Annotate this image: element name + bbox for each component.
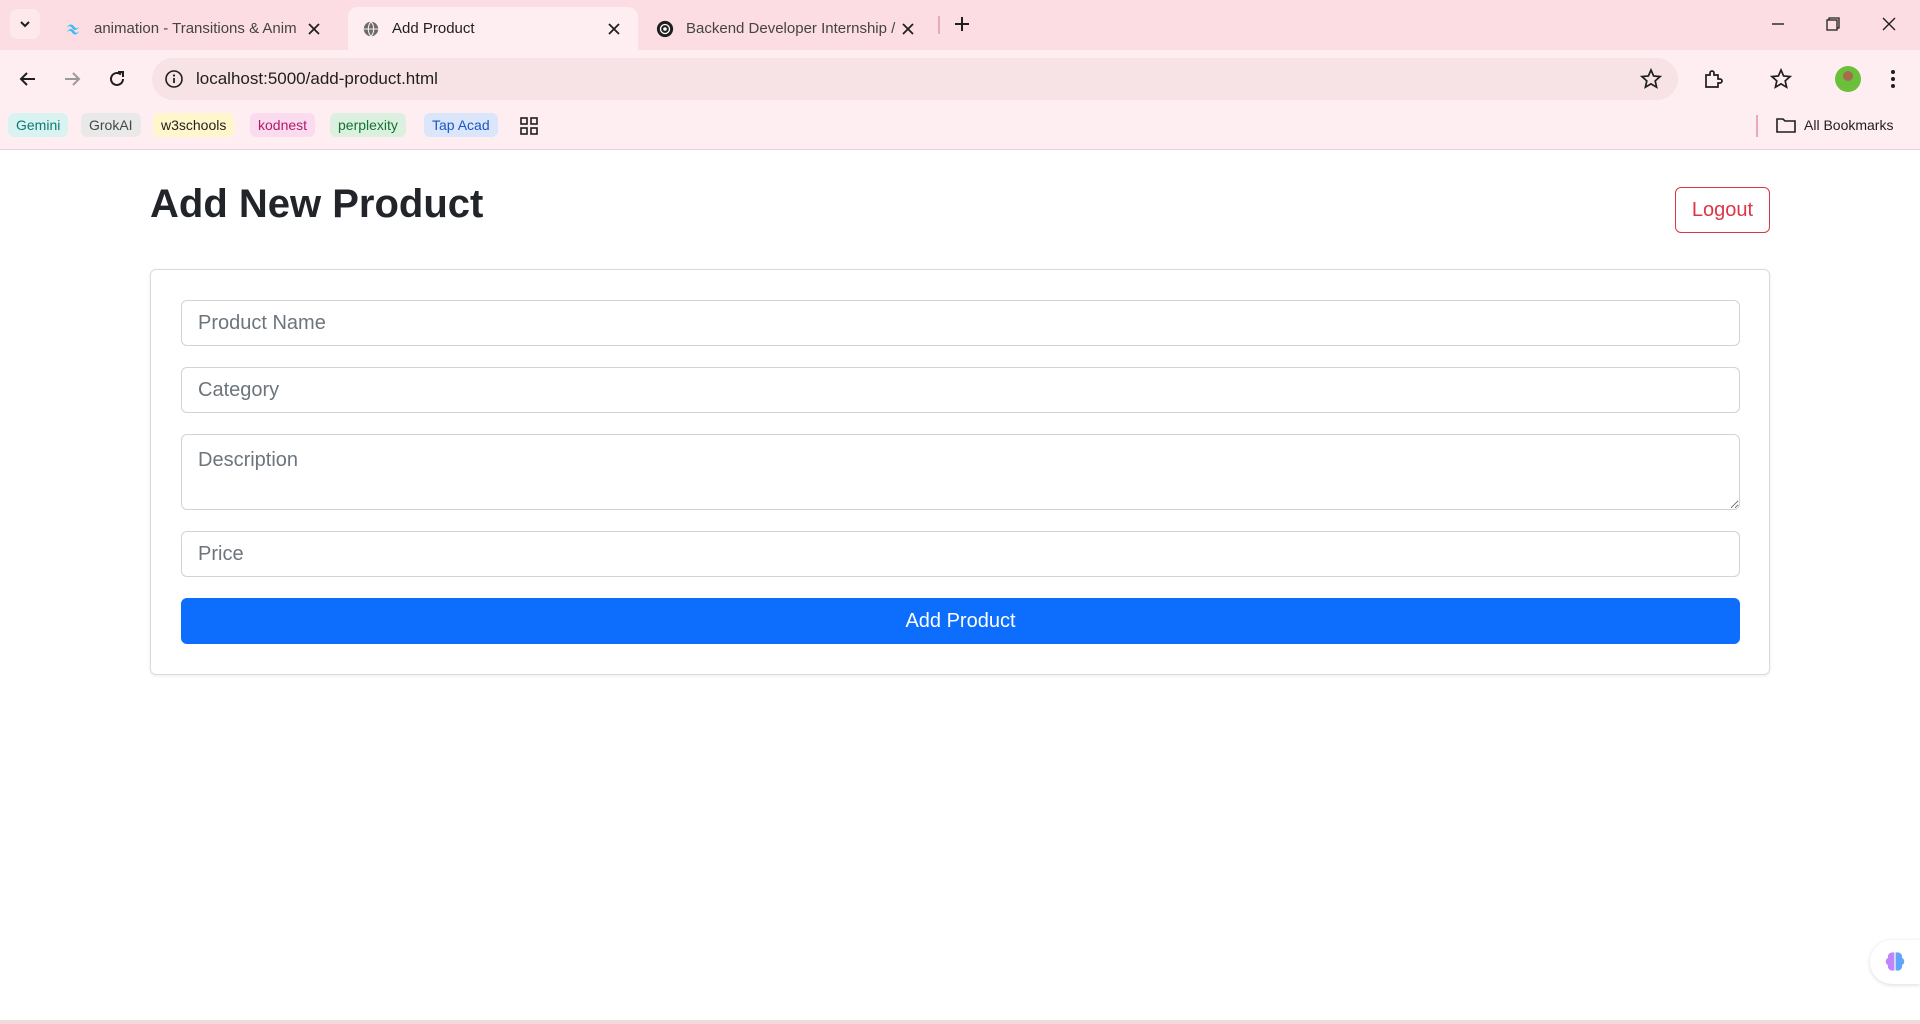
category-input[interactable] bbox=[181, 367, 1740, 413]
bookmark-grokai[interactable]: GrokAI bbox=[81, 113, 141, 137]
apps-grid-icon[interactable] bbox=[519, 116, 539, 136]
minimize-button[interactable] bbox=[1766, 12, 1790, 36]
tab-title: Backend Developer Internship / bbox=[686, 20, 896, 37]
folder-icon bbox=[1776, 118, 1796, 133]
bookmark-kodnest[interactable]: kodnest bbox=[250, 113, 316, 137]
more-vertical-icon bbox=[1891, 70, 1895, 88]
product-name-input[interactable] bbox=[181, 300, 1740, 346]
close-icon[interactable] bbox=[898, 19, 918, 39]
forward-button[interactable] bbox=[56, 63, 88, 95]
openai-icon bbox=[656, 20, 674, 37]
bookmark-w3schools[interactable]: w3schools bbox=[153, 113, 235, 137]
star-list-icon bbox=[1770, 68, 1792, 89]
minimize-icon bbox=[1772, 23, 1784, 25]
close-icon[interactable] bbox=[304, 19, 324, 39]
chevron-down-icon bbox=[20, 21, 30, 28]
close-window-button[interactable] bbox=[1877, 12, 1901, 36]
bookmark-gemini[interactable]: Gemini bbox=[8, 113, 69, 137]
bookmarks-separator bbox=[1756, 115, 1758, 137]
address-bar[interactable]: localhost:5000/add-product.html bbox=[152, 58, 1678, 100]
bookmark-star-icon[interactable] bbox=[1640, 68, 1662, 90]
tab-backend-internship[interactable]: Backend Developer Internship / bbox=[642, 7, 932, 50]
all-bookmarks-label: All Bookmarks bbox=[1804, 117, 1894, 133]
close-icon bbox=[1882, 17, 1896, 31]
tab-title: animation - Transitions & Anim bbox=[94, 20, 297, 37]
page-title: Add New Product bbox=[150, 182, 484, 226]
logout-button[interactable]: Logout bbox=[1675, 187, 1770, 233]
arrow-right-icon bbox=[65, 72, 81, 86]
tab-animation[interactable]: animation - Transitions & Anim bbox=[50, 7, 340, 50]
description-textarea[interactable] bbox=[181, 434, 1740, 510]
all-bookmarks-button[interactable]: All Bookmarks bbox=[1776, 113, 1893, 137]
add-product-button[interactable]: Add Product bbox=[181, 598, 1740, 644]
bookmarks-button[interactable] bbox=[1768, 66, 1794, 92]
tailwind-icon bbox=[66, 23, 80, 34]
tab-separator bbox=[938, 16, 940, 34]
reload-icon bbox=[110, 71, 124, 86]
site-info-icon[interactable] bbox=[164, 69, 184, 89]
arrow-left-icon bbox=[19, 72, 35, 86]
bottom-edge bbox=[0, 1020, 1920, 1024]
tab-add-product[interactable]: Add Product bbox=[348, 7, 638, 50]
back-button[interactable] bbox=[12, 63, 44, 95]
add-product-form: Add Product bbox=[150, 269, 1770, 675]
globe-icon bbox=[363, 20, 379, 37]
plus-icon bbox=[955, 17, 969, 31]
url-text[interactable]: localhost:5000/add-product.html bbox=[196, 69, 438, 89]
new-tab-button[interactable] bbox=[950, 12, 974, 36]
bookmark-perplexity[interactable]: perplexity bbox=[330, 113, 406, 137]
reload-button[interactable] bbox=[101, 63, 133, 95]
restore-icon bbox=[1826, 17, 1840, 31]
bookmarks-bar: Gemini GrokAI w3schools kodnest perplexi… bbox=[0, 107, 1920, 150]
tab-search-button[interactable] bbox=[10, 9, 40, 39]
brain-extension-button[interactable] bbox=[1870, 940, 1920, 984]
price-input[interactable] bbox=[181, 531, 1740, 577]
tab-strip: animation - Transitions & Anim Add Produ… bbox=[0, 0, 1920, 50]
puzzle-icon bbox=[1705, 70, 1723, 88]
profile-avatar[interactable] bbox=[1835, 66, 1861, 92]
bookmark-tap-acad[interactable]: Tap Acad bbox=[424, 113, 498, 137]
extensions-button[interactable] bbox=[1701, 66, 1727, 92]
close-icon[interactable] bbox=[604, 19, 624, 39]
page-content: Add New Product Logout Add Product bbox=[0, 150, 1920, 1020]
tab-title: Add Product bbox=[392, 20, 475, 37]
browser-menu-button[interactable] bbox=[1880, 66, 1906, 92]
restore-button[interactable] bbox=[1821, 12, 1845, 36]
brain-icon bbox=[1885, 952, 1905, 971]
